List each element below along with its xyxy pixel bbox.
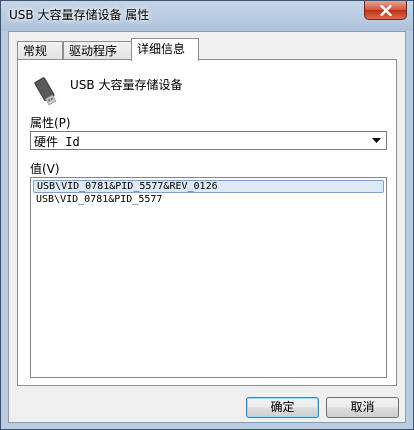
value-listbox[interactable]: USB\VID_0781&PID_5577&REV_0126 USB\VID_0…: [30, 177, 387, 378]
list-item[interactable]: USB\VID_0781&PID_5577&REV_0126: [33, 180, 384, 193]
window-title: USB 大容量存储设备 属性: [9, 8, 150, 22]
ok-button[interactable]: 确定: [246, 397, 319, 418]
value-label: 值(V): [30, 162, 60, 176]
close-icon: [379, 4, 392, 16]
device-name: USB 大容量存储设备: [70, 78, 183, 92]
tab-general[interactable]: 常规: [17, 41, 63, 60]
details-panel: USB 大容量存储设备 属性(P) 硬件 Id 值(V) USB\VID_078…: [17, 59, 397, 386]
property-select[interactable]: 硬件 Id: [30, 131, 387, 150]
title-bar[interactable]: USB 大容量存储设备 属性: [1, 1, 413, 27]
property-label: 属性(P): [30, 116, 71, 130]
usb-drive-icon: [34, 77, 57, 106]
property-selected-value: 硬件 Id: [34, 135, 80, 149]
cancel-button[interactable]: 取消: [326, 397, 399, 418]
close-button[interactable]: [364, 1, 407, 20]
tab-driver[interactable]: 驱动程序: [63, 41, 133, 60]
chevron-down-icon[interactable]: [369, 132, 384, 149]
tab-details[interactable]: 详细信息: [131, 38, 199, 61]
properties-dialog: USB 大容量存储设备 属性 常规 驱动程序 详细信息 USB 大容量存储设备 …: [0, 0, 414, 430]
list-item[interactable]: USB\VID_0781&PID_5577: [33, 194, 384, 207]
dialog-client-area: 常规 驱动程序 详细信息 USB 大容量存储设备 属性(P) 硬件 Id 值(V…: [8, 31, 406, 423]
